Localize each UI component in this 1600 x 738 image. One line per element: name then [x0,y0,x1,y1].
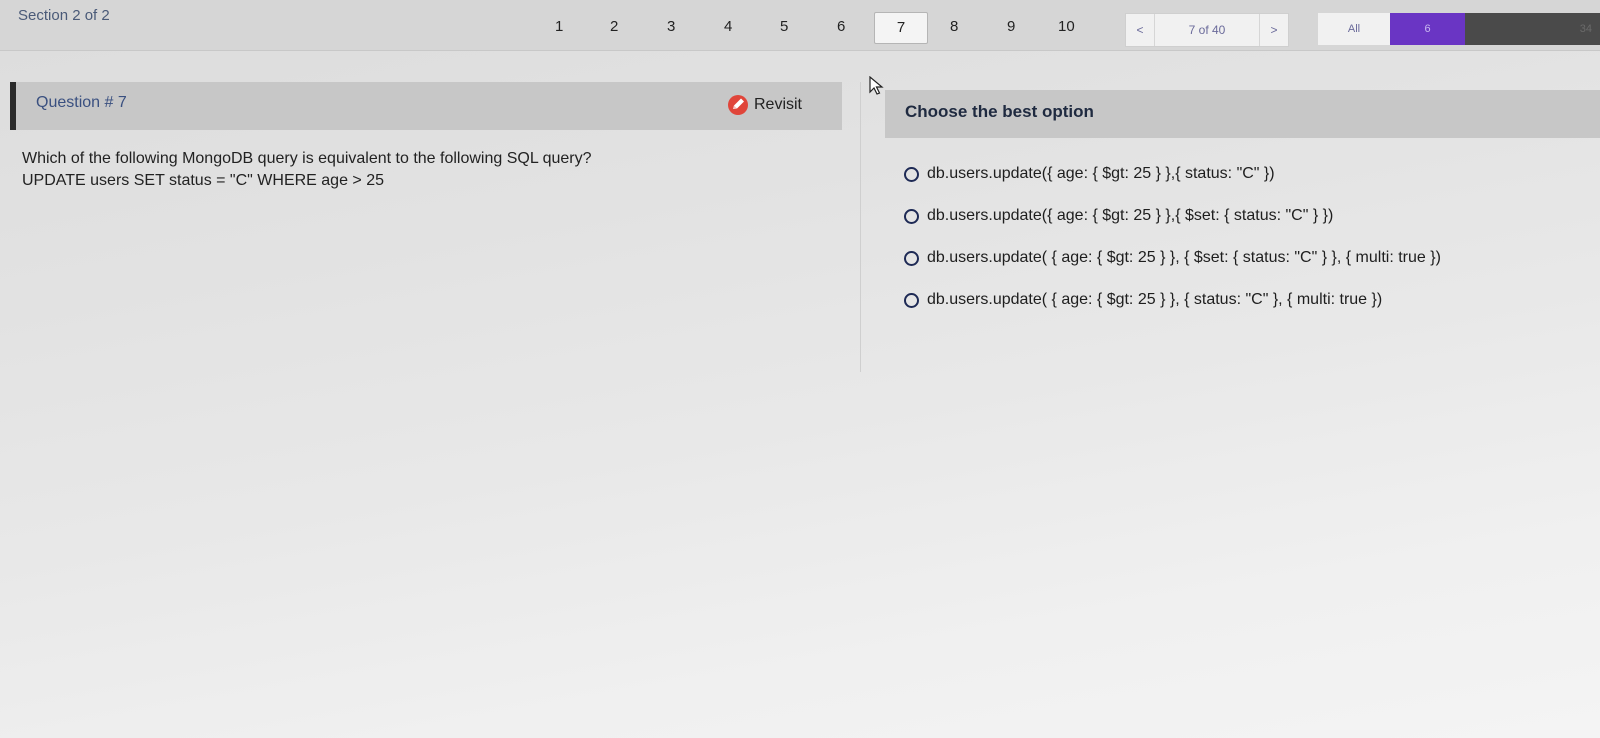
options-header: Choose the best option [885,90,1600,138]
question-title: Question # 7 [36,94,127,111]
radio-button[interactable] [904,292,919,308]
filter-remaining-button[interactable]: 34 [1465,13,1600,45]
answer-option-text: db.users.update( { age: { $gt: 25 } }, {… [927,291,1383,308]
pager-count: 7 of 40 [1188,23,1226,37]
panel-divider [860,82,861,372]
question-nav-7-current[interactable]: 7 [874,12,928,44]
answer-option-4[interactable]: db.users.update( { age: { $gt: 25 } }, {… [904,279,1441,321]
question-pager: < 7 of 40 > [1125,13,1289,47]
question-text-line-2: UPDATE users SET status = "C" WHERE age … [22,172,385,189]
pager-next-button[interactable]: > [1259,14,1288,46]
mouse-cursor-icon [869,76,884,95]
answer-options: db.users.update({ age: { $gt: 25 } },{ s… [904,153,1441,321]
filter-count-button[interactable]: 6 [1390,13,1465,45]
edit-icon [727,94,749,116]
question-nav-2[interactable]: 2 [610,18,618,35]
question-nav-3[interactable]: 3 [667,18,675,35]
radio-button[interactable] [904,250,919,266]
question-body: Which of the following MongoDB query is … [22,148,822,192]
filter-all-button[interactable]: All [1318,13,1390,45]
top-navigation-bar: Section 2 of 2 1 2 3 4 5 6 7 8 9 10 < 7 … [0,0,1600,51]
question-nav-8[interactable]: 8 [950,18,958,35]
answer-option-text: db.users.update({ age: { $gt: 25 } },{ s… [927,165,1275,182]
section-label: Section 2 of 2 [18,7,110,24]
answer-option-text: db.users.update({ age: { $gt: 25 } },{ $… [927,207,1334,224]
answer-option-1[interactable]: db.users.update({ age: { $gt: 25 } },{ s… [904,153,1441,195]
question-header: Question # 7 Revisit [10,82,842,130]
question-text-line-1: Which of the following MongoDB query is … [22,150,592,167]
options-title: Choose the best option [905,102,1094,121]
answer-option-3[interactable]: db.users.update( { age: { $gt: 25 } }, {… [904,237,1441,279]
question-nav-10[interactable]: 10 [1058,18,1075,35]
question-nav-6[interactable]: 6 [837,18,845,35]
question-nav-4[interactable]: 4 [724,18,732,35]
question-nav-1[interactable]: 1 [555,18,563,35]
radio-button[interactable] [904,166,919,182]
revisit-button[interactable]: Revisit [727,94,802,116]
pager-prev-button[interactable]: < [1126,14,1155,46]
question-nav-9[interactable]: 9 [1007,18,1015,35]
answer-option-2[interactable]: db.users.update({ age: { $gt: 25 } },{ $… [904,195,1441,237]
question-nav-5[interactable]: 5 [780,18,788,35]
answer-option-text: db.users.update( { age: { $gt: 25 } }, {… [927,249,1441,266]
revisit-label: Revisit [753,96,802,113]
radio-button[interactable] [904,208,919,224]
